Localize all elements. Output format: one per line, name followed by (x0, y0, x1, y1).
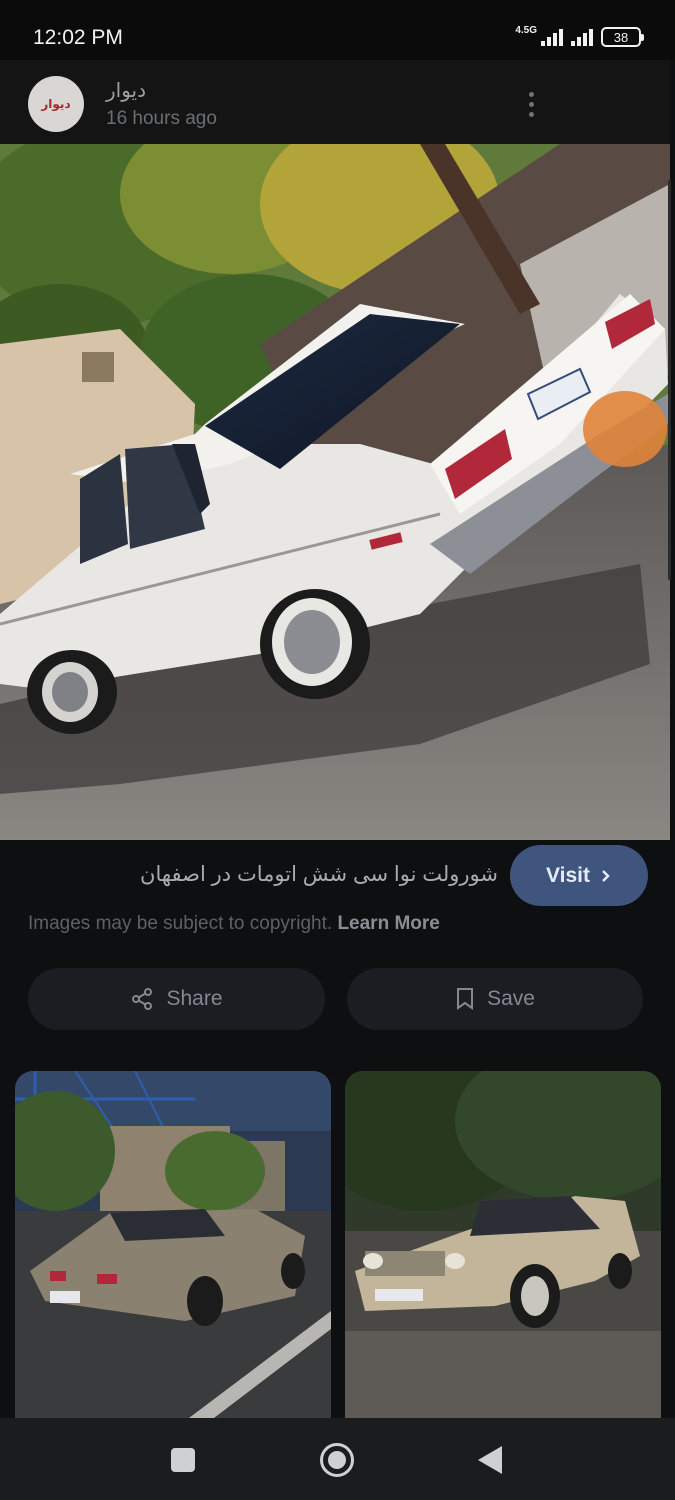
battery-icon: 38 (601, 27, 644, 47)
save-button[interactable]: Save (347, 968, 643, 1030)
image-title[interactable]: شورولت نوا سی شش اتومات در اصفهان (28, 862, 498, 887)
scrollbar[interactable] (668, 180, 671, 580)
time-ago: 16 hours ago (106, 108, 217, 129)
visit-button[interactable]: Visit (510, 845, 648, 906)
related-image-2[interactable] (345, 1071, 661, 1421)
copyright-notice: Images may be subject to copyright. Lear… (28, 913, 440, 935)
site-name[interactable]: دیوار (106, 78, 146, 103)
chevron-right-icon (602, 869, 610, 882)
copyright-text: Images may be subject to copyright. (28, 913, 333, 934)
tan-sedan-front-photo (345, 1071, 661, 1421)
bookmark-icon (457, 988, 474, 1010)
signal-icon (541, 28, 563, 46)
main-image[interactable] (0, 144, 670, 840)
related-image-1[interactable] (15, 1071, 331, 1421)
back-icon[interactable] (478, 1446, 502, 1474)
status-time: 12:02 PM (33, 26, 123, 49)
home-icon[interactable] (320, 1443, 354, 1477)
visit-label: Visit (546, 863, 590, 887)
signal-icon-2 (571, 28, 593, 46)
battery-level: 38 (613, 29, 629, 45)
share-icon (132, 988, 153, 1010)
status-bar: 12:02 PM 4.5G 38 (0, 0, 675, 60)
network-type-label: 4.5G (515, 24, 537, 36)
learn-more-link[interactable]: Learn More (337, 913, 439, 934)
save-label: Save (487, 987, 535, 1010)
site-avatar[interactable]: دیوار (28, 76, 84, 132)
white-sedan-photo (0, 144, 670, 840)
avatar-logo-text: دیوار (41, 97, 71, 111)
recents-icon[interactable] (171, 1448, 195, 1472)
share-label: Share (166, 987, 223, 1010)
status-icons: 4.5G 38 (515, 24, 644, 50)
source-header: دیوار دیوار 16 hours ago (0, 60, 670, 144)
share-button[interactable]: Share (28, 968, 325, 1030)
more-vert-icon[interactable] (516, 84, 546, 124)
tan-sedan-rear-photo (15, 1071, 331, 1421)
